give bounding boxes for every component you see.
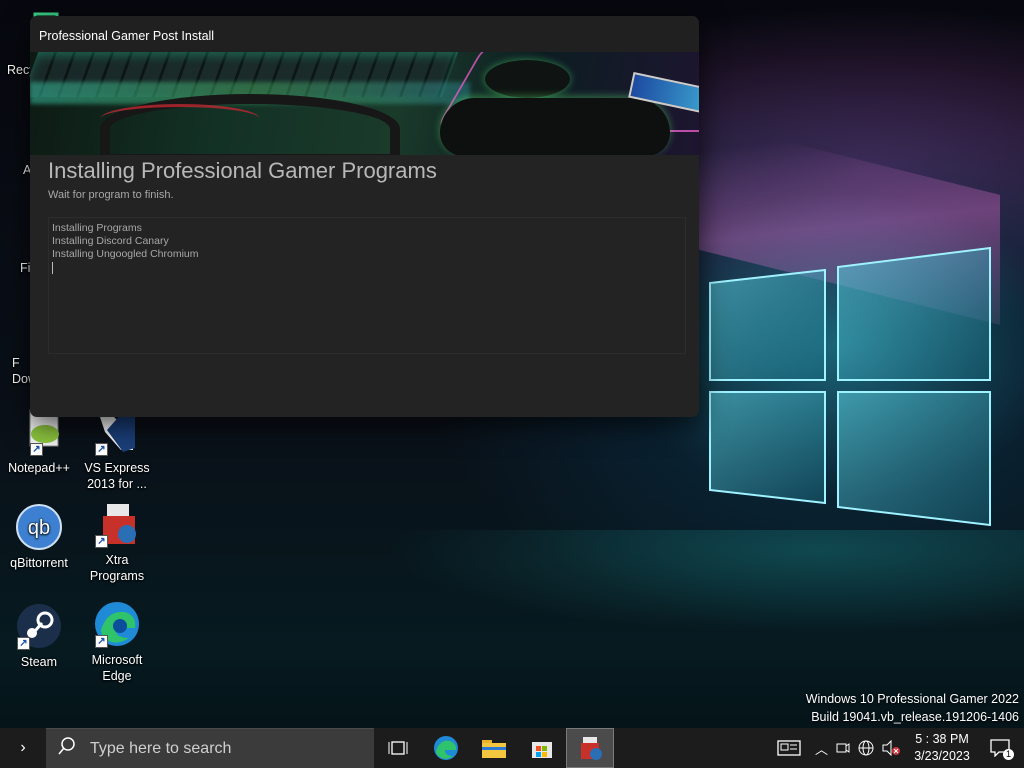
system-tray: ︿ 5 : 38 PM 3/23/2023 1 [767,728,1024,768]
shortcut-arrow-icon: ↗ [95,535,108,548]
task-view-button[interactable] [374,728,422,768]
desktop-icon-edge[interactable]: ↗ Microsoft Edge [78,600,156,684]
headset-accent [100,104,260,134]
desktop-icon-label: qBittorrent [10,556,68,570]
folder-icon [482,740,506,758]
desktop-icon-qbittorrent[interactable]: qb qBittorrent [0,503,78,571]
edge-icon [434,736,458,760]
shortcut-arrow-icon: ↗ [95,443,108,456]
installer-app-icon [581,737,602,760]
windows-logo-wallpaper [709,246,991,527]
window-title[interactable]: Professional Gamer Post Install [30,16,699,52]
search-icon [58,737,78,760]
desktop-icon-vs-express[interactable]: ↗ VS Express 2013 for ... [78,408,156,492]
taskbar: › Type here to search ︿ 5: 38 PM 3/23/2… [0,728,1024,768]
steam-icon: ↗ [15,602,63,650]
windows-watermark: Windows 10 Professional Gamer 2022 Build… [806,690,1019,726]
installer-heading: Installing Professional Gamer Programs [48,158,437,183]
tray-volume-button[interactable] [878,728,904,768]
taskbar-clock[interactable]: 5 : 38 PM 3/23/2023 [904,728,980,768]
installer-subheading: Wait for program to finish. [48,189,174,201]
tray-camera-button[interactable] [832,728,854,768]
desktop-icon-label: Xtra Programs [89,553,145,583]
desktop-icon-steam[interactable]: ↗ Steam [0,602,78,670]
log-line: Installing Programs [52,222,142,234]
controller-graphic [440,98,670,155]
taskbar-edge[interactable] [422,728,470,768]
svg-text:qb: qb [28,517,50,539]
taskbar-microsoft-store[interactable] [518,728,566,768]
news-icon [777,740,801,756]
log-line: Installing Ungoogled Chromium [52,248,199,260]
news-widget-button[interactable] [767,728,811,768]
taskbar-search-box[interactable]: Type here to search [46,728,374,768]
notification-count-badge: 1 [1003,749,1014,760]
shortcut-arrow-icon: ↗ [17,637,30,650]
desktop-icon-notepadpp[interactable]: ↗ Notepad++ [0,408,78,476]
shortcut-arrow-icon: ↗ [95,635,108,648]
chevron-right-icon: › [20,739,26,756]
taskbar-installer-active[interactable] [566,728,614,768]
desktop-icon-xtra-programs[interactable]: ↗ Xtra Programs [78,500,156,584]
install-log[interactable]: Installing Programs Installing Discord C… [48,217,686,354]
xtra-programs-icon: ↗ [93,500,141,548]
desktop-icon-label: Microsoft Edge [91,653,143,683]
store-icon [532,742,552,758]
taskbar-file-explorer[interactable] [470,728,518,768]
installer-window[interactable]: Professional Gamer Post Install Installi… [30,16,699,417]
start-button[interactable]: › [0,728,46,768]
desktop-icon-label: Notepad++ [8,461,70,475]
log-line: Installing Discord Canary [52,235,169,247]
desktop-icon-label: Steam [20,655,58,669]
camera-icon [836,743,850,753]
qbittorrent-icon: qb [15,503,63,551]
globe-icon [858,740,874,756]
banner-image-gaming-setup [30,52,699,155]
shortcut-arrow-icon: ↗ [30,443,43,456]
show-hidden-icons-button[interactable]: ︿ [811,728,832,768]
clock-date: 3/23/2023 [914,749,970,763]
search-placeholder: Type here to search [90,739,232,757]
tray-network-button[interactable] [854,728,878,768]
watermark-edition: Windows 10 Professional Gamer 2022 [805,692,1019,706]
volume-muted-icon [882,740,900,756]
edge-icon: ↗ [93,600,141,648]
watermark-build: Build 19041.vb_release.191206-1406 [811,710,1019,724]
text-caret [52,262,53,274]
chevron-up-icon: ︿ [814,741,828,757]
clock-time: 5 : 38 PM [915,732,969,746]
task-view-icon [388,741,408,755]
notification-center-button[interactable]: 1 [980,728,1024,768]
desktop-icon-label: VS Express 2013 for ... [84,461,150,491]
mouse-graphic [485,60,570,98]
